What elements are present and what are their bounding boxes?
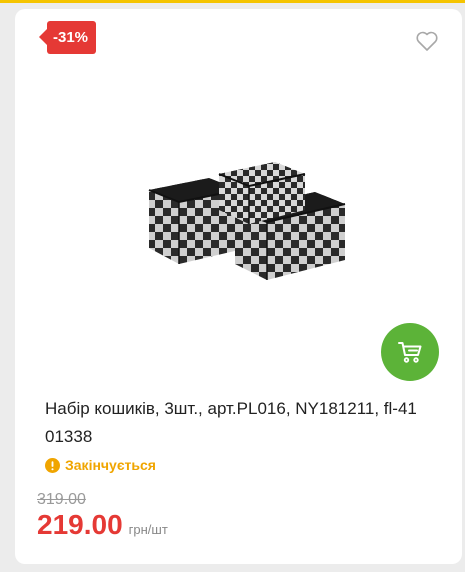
exclamation-circle-icon (45, 457, 60, 473)
current-price: 219.00 (37, 509, 123, 540)
discount-badge: -31% (38, 21, 97, 54)
stock-status: Закінчується (45, 457, 156, 473)
shopping-cart-icon (398, 342, 422, 363)
wishlist-button[interactable] (415, 30, 439, 52)
heart-outline-icon (416, 31, 438, 51)
add-to-cart-button[interactable] (381, 323, 439, 381)
product-title[interactable]: Набір кошиків, 3шт., арт.PL016, NY181211… (45, 395, 445, 451)
product-image (148, 162, 346, 280)
price-row: 219.00 грн/шт (37, 509, 168, 541)
stock-status-label: Закінчується (65, 457, 156, 473)
product-card[interactable]: -31% Набір кошиків, 3шт., арт.PL016, NY1… (15, 9, 462, 564)
price-unit: грн/шт (128, 522, 168, 537)
old-price: 319.00 (37, 491, 86, 508)
top-accent-stripe (0, 0, 465, 3)
